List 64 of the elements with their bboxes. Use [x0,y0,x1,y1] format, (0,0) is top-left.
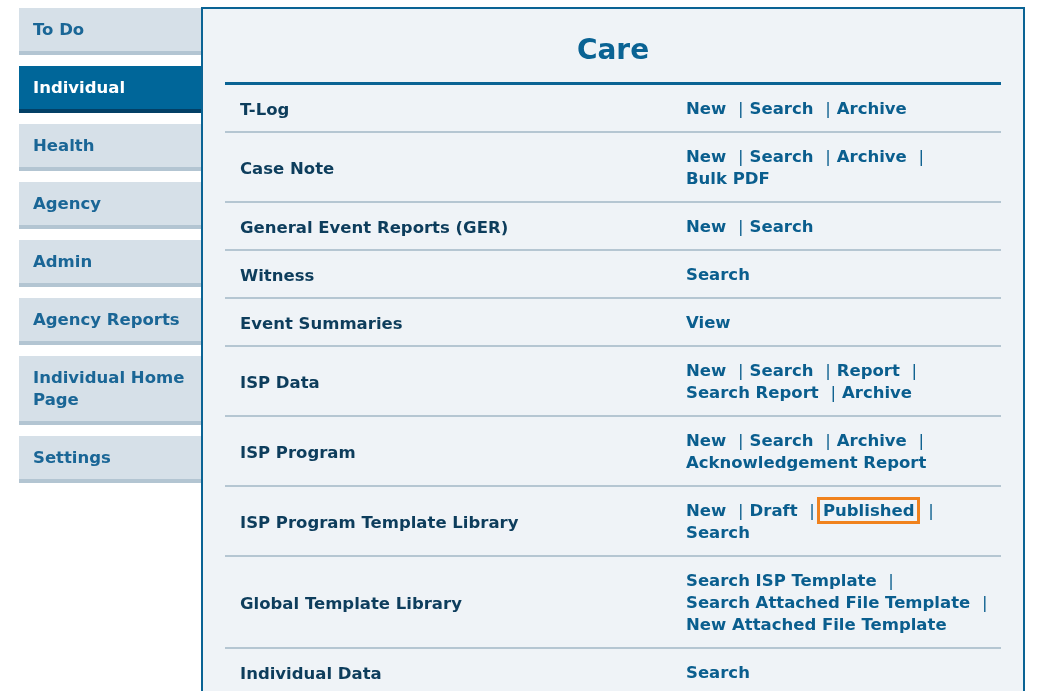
link-separator: | [738,431,744,450]
row-label: ISP Program Template Library [240,512,520,532]
link-separator: | [918,147,925,166]
link[interactable]: New [686,501,727,520]
row-label: Individual Data [240,663,383,683]
link[interactable]: Report [836,361,900,380]
link[interactable]: New [686,431,727,450]
panel-title: Care [575,32,651,68]
nav-tab[interactable]: Agency Reports [19,298,201,345]
row-label: ISP Data [240,372,321,392]
link[interactable]: Search [749,217,814,236]
link[interactable]: Bulk PDF [686,169,770,188]
nav-tab[interactable]: To Do [19,8,201,55]
link[interactable]: New [686,147,727,166]
link[interactable]: New [686,217,727,236]
link-separator: | [830,383,836,402]
link[interactable]: Search Report [686,383,819,402]
link[interactable]: New [686,99,727,118]
link[interactable]: Draft [749,501,798,520]
nav-tab[interactable]: Admin [19,240,201,287]
row-label: Witness [240,265,316,285]
link[interactable]: Search [749,361,814,380]
link[interactable]: Archive [842,383,913,402]
link-separator: | [738,501,744,520]
link-separator: | [738,217,744,236]
row-label: T-Log [240,99,291,119]
link-separator: | [825,147,831,166]
link[interactable]: Archive [836,99,907,118]
link[interactable]: Acknowledgement Report [686,453,927,472]
link[interactable]: Archive [836,147,907,166]
link[interactable]: Search Attached File Template [686,593,971,612]
nav-tab[interactable]: Health [19,124,201,171]
link-separator: | [738,99,744,118]
link[interactable]: Search ISP Template [686,571,877,590]
nav-tab[interactable]: Settings [19,436,201,483]
row-label: ISP Program [240,442,357,462]
nav-tab[interactable]: Individual Home Page [19,356,201,425]
link-separator: | [738,361,744,380]
link-separator: | [918,431,925,450]
link-separator: | [888,571,894,590]
link[interactable]: New [686,361,727,380]
row-label: Event Summaries [240,313,404,333]
link[interactable]: New Attached File Template [686,615,947,634]
link-separator: | [809,501,815,520]
link[interactable]: Search [686,663,750,682]
link[interactable]: Search [749,99,814,118]
link-separator: | [981,593,988,612]
link-separator: | [738,147,744,166]
link[interactable]: Search [749,431,814,450]
link-separator: | [825,99,831,118]
link[interactable]: Search [749,147,814,166]
row-label: Global Template Library [240,593,463,613]
link-separator: | [825,431,831,450]
link-separator: | [928,501,934,520]
link-separator: | [825,361,831,380]
link[interactable]: Archive [836,431,907,450]
nav-tab[interactable]: Individual [19,66,201,113]
link[interactable]: Search [686,523,750,542]
nav-tab[interactable]: Agency [19,182,201,229]
row-label: General Event Reports (GER) [240,217,510,237]
link-separator: | [911,361,918,380]
row-label: Case Note [240,158,336,178]
link[interactable]: Search [686,265,750,284]
link[interactable]: View [686,313,731,332]
